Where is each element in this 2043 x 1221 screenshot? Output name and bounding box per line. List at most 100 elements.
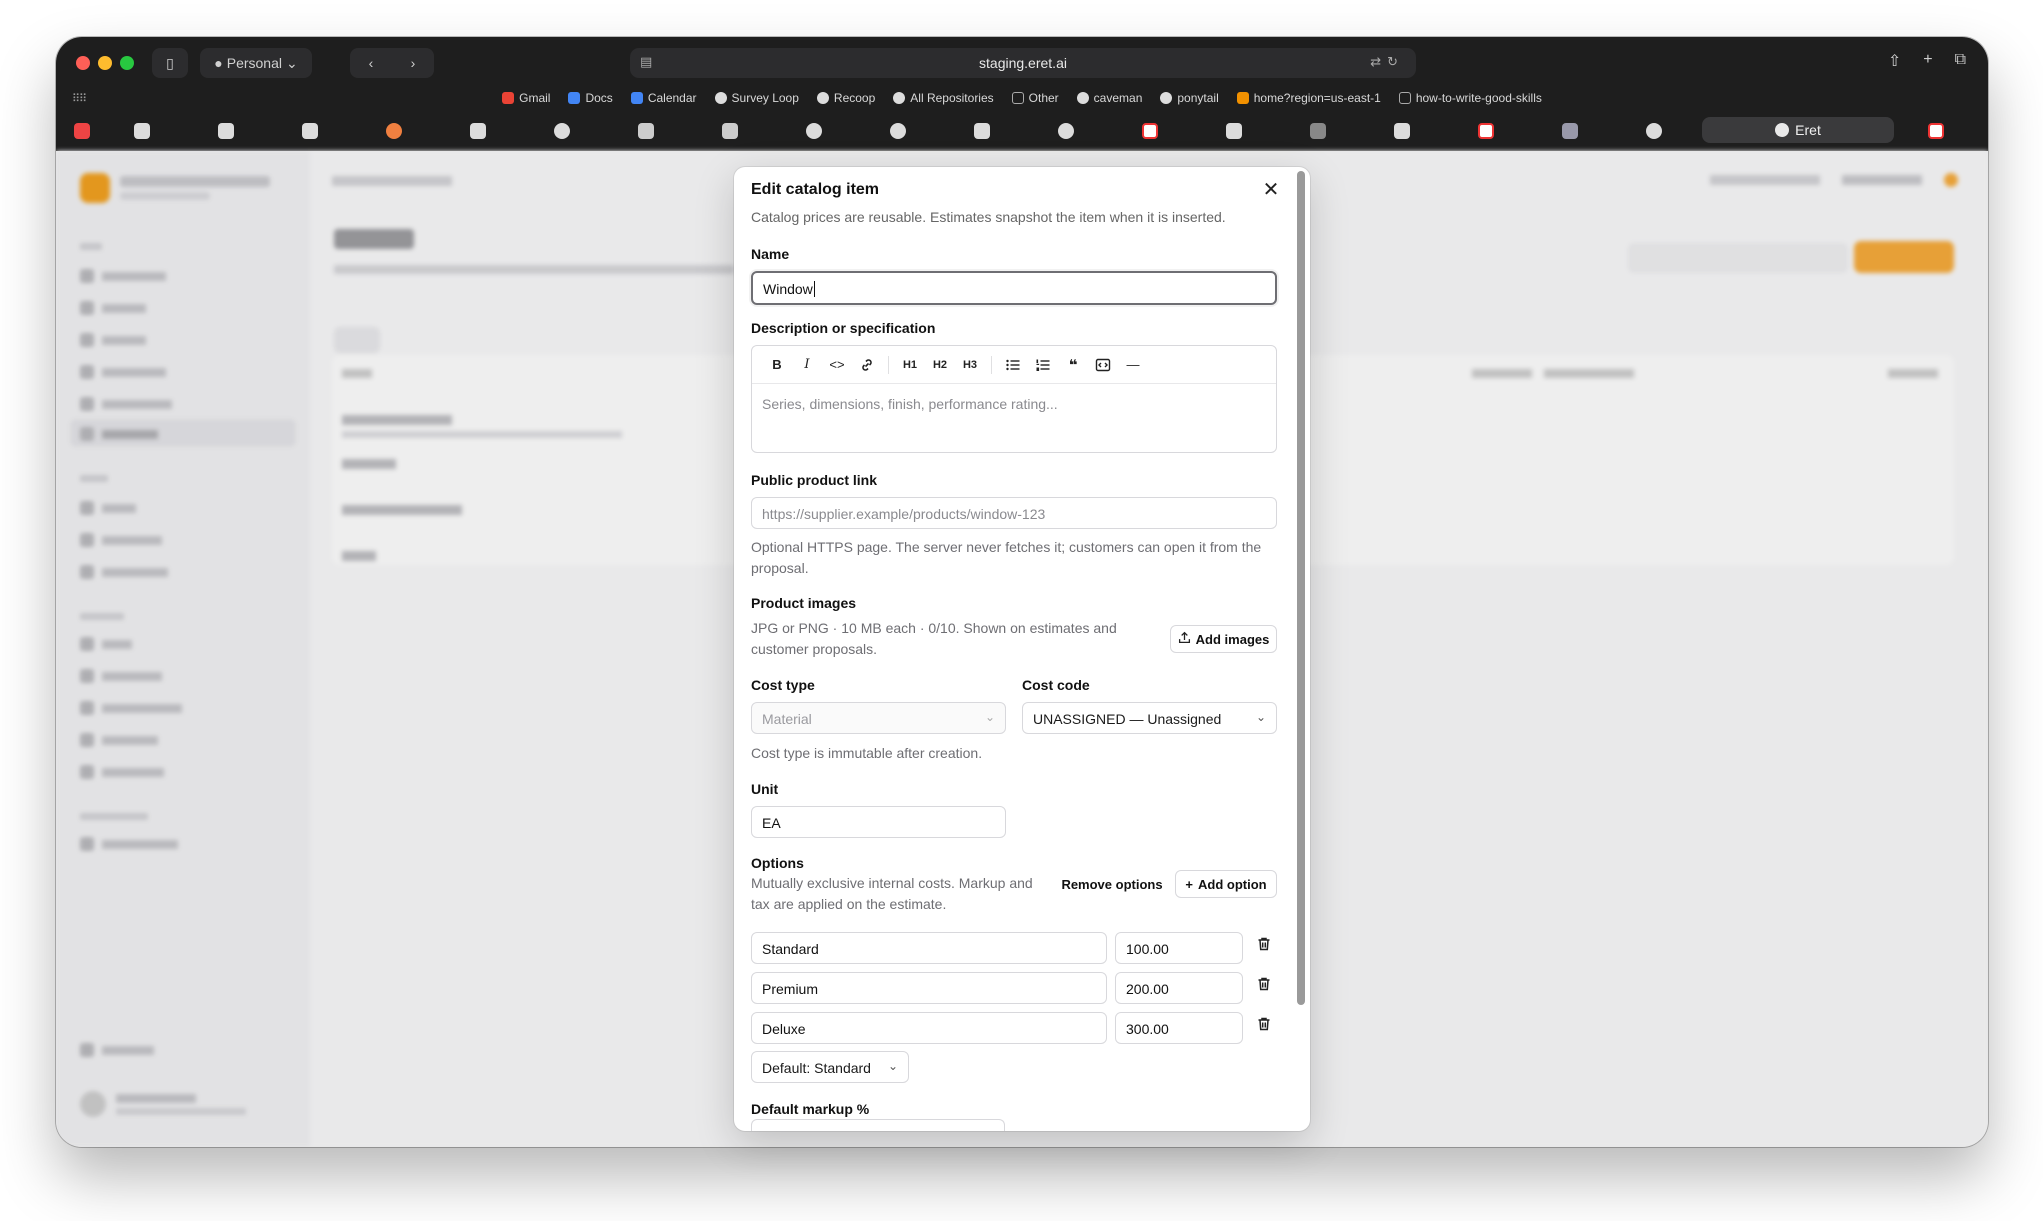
bookmark[interactable]: how-to-write-good-skills [1398, 91, 1542, 105]
bookmark[interactable]: Docs [568, 91, 613, 105]
tab-icon[interactable] [134, 123, 150, 139]
close-window-button[interactable] [76, 56, 90, 70]
x-tab-icon[interactable] [1226, 123, 1242, 139]
share-icon[interactable]: ⇧ [1888, 51, 1901, 71]
trash-icon[interactable] [1254, 936, 1274, 956]
forward-icon[interactable]: › [411, 55, 416, 71]
heading3-icon[interactable]: H3 [955, 351, 985, 379]
product-images-help: JPG or PNG · 10 MB each · 0/10. Shown on… [751, 620, 1117, 657]
close-icon[interactable]: ✕ [1260, 179, 1282, 201]
bookmark[interactable]: home?region=us-east-1 [1236, 91, 1381, 105]
option-name-input[interactable]: Standard [751, 932, 1107, 964]
browser-chrome: ▯ ● Personal ⌄ ‹ › ▤ staging.eret.ai ⇄↻ … [56, 37, 1988, 151]
bullet-list-icon[interactable] [998, 351, 1028, 379]
tab-icon[interactable] [302, 123, 318, 139]
add-option-button[interactable]: + Add option [1175, 870, 1277, 898]
bookmark[interactable]: Survey Loop [714, 91, 799, 105]
code-block-icon[interactable] [1088, 351, 1118, 379]
product-link-input[interactable]: https://supplier.example/products/window… [751, 497, 1277, 529]
gmail-tab-icon[interactable] [74, 123, 90, 139]
tab-icon[interactable] [1310, 123, 1326, 139]
active-tab[interactable]: Eret [1702, 117, 1894, 143]
tab-icon[interactable] [470, 123, 486, 139]
trash-icon[interactable] [1254, 1016, 1274, 1036]
code-icon[interactable]: <> [822, 351, 852, 379]
option-name-input[interactable]: Premium [751, 972, 1107, 1004]
tab-icon[interactable] [974, 123, 990, 139]
zoom-window-button[interactable] [120, 56, 134, 70]
product-images-label: Product images [751, 595, 857, 611]
add-images-button[interactable]: Add images [1170, 625, 1277, 653]
cost-code-select[interactable]: UNASSIGNED — Unassigned ⌄ [1022, 702, 1277, 734]
numbered-list-icon[interactable] [1028, 351, 1058, 379]
bookmark[interactable]: All Repositories [893, 91, 994, 105]
tab-icon[interactable] [386, 123, 402, 139]
italic-icon[interactable]: I [792, 351, 822, 379]
github-tab-icon[interactable] [1646, 123, 1662, 139]
github-tab-icon[interactable] [806, 123, 822, 139]
tab-icon[interactable] [1478, 123, 1494, 139]
bookmark[interactable]: Calendar [630, 91, 697, 105]
unit-label: Unit [751, 781, 779, 797]
tab-icon[interactable] [722, 123, 738, 139]
address-text: staging.eret.ai [979, 55, 1067, 71]
cost-type-select[interactable]: Material ⌄ [751, 702, 1006, 734]
heading1-icon[interactable]: H1 [895, 351, 925, 379]
sidebar-toggle-icon[interactable]: ▯ [152, 48, 188, 78]
translate-reload-icons[interactable]: ⇄↻ [1370, 54, 1404, 70]
tab-icon[interactable] [1394, 123, 1410, 139]
quote-icon[interactable]: ❝ [1058, 351, 1088, 379]
horizontal-rule-icon[interactable]: — [1118, 351, 1148, 379]
docs-icon [568, 92, 581, 104]
nav-arrows: ‹ › [350, 48, 434, 78]
heading2-icon[interactable]: H2 [925, 351, 955, 379]
page-settings-icon[interactable]: ▤ [640, 54, 652, 70]
github-tab-icon[interactable] [1058, 123, 1074, 139]
default-option-select[interactable]: Default: Standard ⌄ [751, 1051, 909, 1083]
bookmark[interactable]: ponytail [1160, 91, 1219, 105]
minimize-window-button[interactable] [98, 56, 112, 70]
tab-icon[interactable] [638, 123, 654, 139]
unit-input[interactable]: EA [751, 806, 1006, 838]
name-input[interactable]: Window [751, 271, 1277, 305]
option-cost-input[interactable]: 100.00 [1115, 932, 1243, 964]
description-placeholder: Series, dimensions, finish, performance … [762, 396, 1058, 412]
link-icon[interactable] [852, 351, 882, 379]
bookmark[interactable]: Recoop [816, 91, 875, 105]
dialog-description: Catalog prices are reusable. Estimates s… [751, 209, 1226, 225]
dialog-content: Edit catalog item Catalog prices are reu… [734, 167, 1310, 1131]
bookmark[interactable]: caveman [1076, 91, 1142, 105]
github-tab-icon[interactable] [554, 123, 570, 139]
default-markup-input[interactable] [751, 1119, 1005, 1131]
product-link-label: Public product link [751, 472, 878, 488]
address-bar[interactable]: ▤ staging.eret.ai ⇄↻ [630, 48, 1416, 78]
gmail-icon [502, 92, 515, 104]
text-caret [813, 281, 815, 297]
dialog-scrollbar[interactable] [1297, 171, 1305, 1005]
new-tab-icon[interactable]: + [1923, 51, 1932, 71]
trash-icon[interactable] [1254, 976, 1274, 996]
github-icon [816, 92, 829, 104]
tab-icon[interactable] [1562, 123, 1578, 139]
aws-icon [1236, 92, 1249, 104]
option-name-input[interactable]: Deluxe [751, 1012, 1107, 1044]
tab-icon[interactable] [1928, 123, 1944, 139]
options-help: Mutually exclusive internal costs. Marku… [751, 875, 1033, 912]
bold-icon[interactable]: B [762, 351, 792, 379]
bookmark[interactable]: Gmail [502, 91, 550, 105]
back-icon[interactable]: ‹ [369, 55, 374, 71]
tab-overview-icon[interactable]: ⧉ [1955, 51, 1966, 71]
remove-options-button[interactable]: Remove options [1056, 870, 1168, 898]
bookmark-folder[interactable]: Other [1011, 91, 1059, 105]
toolbar-separator [991, 355, 992, 374]
option-cost-input[interactable]: 200.00 [1115, 972, 1243, 1004]
tab-icon[interactable] [218, 123, 234, 139]
plus-icon: + [1185, 876, 1193, 892]
github-icon [714, 92, 727, 104]
description-editor[interactable]: B I <> H1 H2 H3 ❝ — Series, dimensions, … [751, 345, 1277, 453]
tab-icon[interactable] [1142, 123, 1158, 139]
profile-button[interactable]: ● Personal ⌄ [200, 48, 312, 78]
product-link-help: Optional HTTPS page. The server never fe… [751, 539, 1262, 576]
github-tab-icon[interactable] [890, 123, 906, 139]
option-cost-input[interactable]: 300.00 [1115, 1012, 1243, 1044]
